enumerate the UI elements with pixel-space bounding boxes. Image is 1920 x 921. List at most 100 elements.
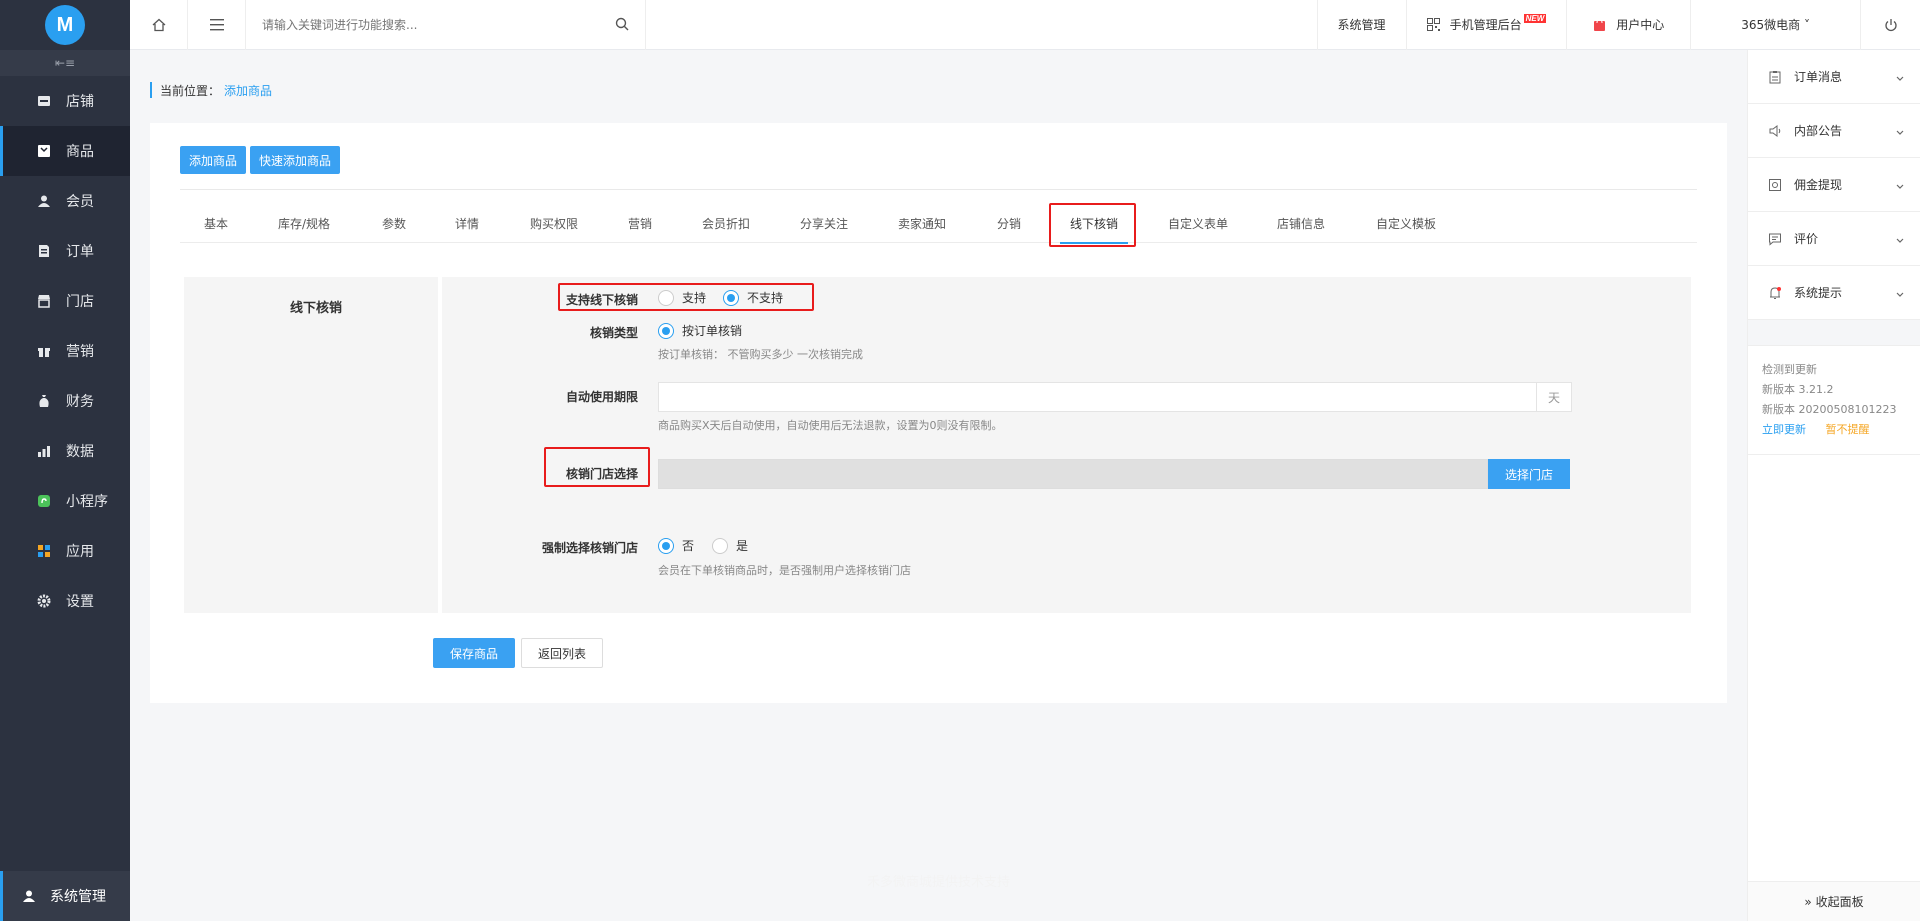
mobile-admin-link[interactable]: 手机管理后台 NEW [1405, 0, 1567, 50]
power-icon [1884, 18, 1897, 31]
force-yes-radio[interactable]: 是 [712, 537, 748, 554]
sidebar-item-member[interactable]: 会员 [0, 176, 130, 226]
sidebar-item-goods[interactable]: 商品 [0, 126, 130, 176]
verify-by-order-radio[interactable]: 按订单核销 [658, 322, 742, 339]
panel-item-commission[interactable]: 佣金提现 [1748, 158, 1920, 212]
panel-item-internal-notice[interactable]: 内部公告 [1748, 104, 1920, 158]
sidebar-item-label: 应用 [66, 544, 94, 560]
radio-label: 是 [736, 539, 749, 553]
radio-checked [658, 537, 674, 554]
support-no-radio[interactable]: 不支持 [723, 289, 783, 306]
sidebar-item-order[interactable]: 订单 [0, 226, 130, 276]
radio-label: 支持 [682, 291, 707, 305]
sidebar-item-shop[interactable]: 店铺 [0, 76, 130, 126]
sidebar-item-label: 财务 [66, 394, 94, 410]
verify-type-help: 按订单核销： 不管购买多少 一次核销完成 [658, 348, 863, 361]
panel-item-label: 订单消息 [1794, 70, 1843, 84]
tab-offline-verify[interactable]: 线下核销 [1059, 215, 1129, 244]
menu-toggle-button[interactable] [188, 0, 246, 50]
save-goods-button[interactable]: 保存商品 [433, 638, 515, 668]
tab-shop-info[interactable]: 店铺信息 [1277, 215, 1325, 243]
radio-unchecked [712, 537, 728, 554]
comment-icon [1768, 232, 1782, 246]
remind-later-link[interactable]: 暂不提醒 [1826, 423, 1870, 436]
tab-custom-template[interactable]: 自定义模板 [1376, 215, 1436, 243]
breadcrumb-current[interactable]: 添加商品 [224, 82, 272, 99]
sidebar-item-label: 订单 [66, 244, 94, 260]
main-card: 添加商品 快速添加商品 基本 库存/规格 参数 详情 购买权限 营销 会员折扣 … [150, 123, 1727, 703]
tab-marketing[interactable]: 营销 [628, 215, 652, 243]
support-yes-radio[interactable]: 支持 [658, 289, 706, 306]
radio-label: 否 [682, 539, 695, 553]
sidebar-item-label: 会员 [66, 194, 94, 210]
sidebar-item-finance[interactable]: 财务 [0, 376, 130, 426]
sidebar-item-settings[interactable]: 设置 [0, 576, 130, 626]
quick-add-goods-button[interactable]: 快速添加商品 [250, 146, 340, 174]
sidebar: M ⇤≡ 店铺 商品 会员 订单 门店 营销 财务 数据 小程序 应用 设置 系… [0, 0, 130, 921]
panel-item-order-messages[interactable]: 订单消息 [1748, 50, 1920, 104]
clipboard-icon [1768, 70, 1782, 84]
tab-purchase-permission[interactable]: 购买权限 [530, 215, 578, 243]
footer-text: 禾多微商城提供技术支持 [866, 875, 1010, 890]
gear-icon [36, 593, 52, 609]
sidebar-item-data[interactable]: 数据 [0, 426, 130, 476]
panel-item-reviews[interactable]: 评价 [1748, 212, 1920, 266]
user-center-link[interactable]: 用户中心 [1566, 0, 1690, 50]
auto-use-period-help: 商品购买X天后自动使用，自动使用后无法退款，设置为0则没有限制。 [658, 419, 1003, 432]
add-goods-button[interactable]: 添加商品 [180, 146, 246, 174]
sidebar-item-label: 门店 [66, 294, 94, 310]
divider [180, 189, 1697, 190]
panel-item-label: 佣金提现 [1794, 178, 1843, 192]
form-section-left: 线下核销 [184, 277, 442, 613]
panel-separator [1748, 320, 1920, 346]
sidebar-item-label: 营销 [66, 344, 94, 360]
search-icon[interactable] [615, 17, 629, 34]
user-icon [36, 193, 52, 209]
update-now-link[interactable]: 立即更新 [1762, 423, 1806, 436]
withdraw-icon [1768, 178, 1782, 192]
radio-unchecked [658, 289, 674, 306]
tab-seller-notify[interactable]: 卖家通知 [898, 215, 946, 243]
home-button[interactable] [130, 0, 188, 50]
right-panel: 订单消息 内部公告 佣金提现 评价 系统提示 检测到更新 新版本 3.21.2 … [1747, 50, 1920, 921]
radio-checked [723, 289, 739, 306]
tab-custom-form[interactable]: 自定义表单 [1168, 215, 1228, 243]
tab-share-follow[interactable]: 分享关注 [800, 215, 848, 243]
sidebar-system-admin[interactable]: 系统管理 [0, 871, 130, 921]
sidebar-item-marketing[interactable]: 营销 [0, 326, 130, 376]
sidebar-item-miniprogram[interactable]: 小程序 [0, 476, 130, 526]
offline-verify-form: 线下核销 支持线下核销 支持 不支持 核销类型 按订单核销 按订单核销： 不管购… [184, 277, 1691, 613]
sidebar-item-store[interactable]: 门店 [0, 276, 130, 326]
panel-item-label: 内部公告 [1794, 124, 1843, 138]
tab-distribution[interactable]: 分销 [997, 215, 1021, 243]
topbar-right: 系统管理 手机管理后台 NEW 用户中心 365微电商 ˅ [1316, 0, 1920, 50]
collapse-panel-button[interactable]: » 收起面板 [1748, 881, 1920, 921]
back-to-list-button[interactable]: 返回列表 [521, 638, 603, 668]
selected-stores-field [658, 459, 1488, 489]
qrcode-icon [1426, 18, 1440, 31]
auto-use-period-input[interactable] [659, 383, 1537, 411]
logo[interactable]: M [0, 0, 130, 50]
days-suffix: 天 [1536, 382, 1572, 412]
tab-basic[interactable]: 基本 [204, 215, 228, 243]
chevron-down-icon [1896, 71, 1904, 85]
tab-member-discount[interactable]: 会员折扣 [702, 215, 750, 243]
system-admin-link[interactable]: 系统管理 [1316, 0, 1406, 50]
verify-type-label: 核销类型 [590, 326, 639, 340]
force-no-radio[interactable]: 否 [658, 537, 694, 554]
panel-item-system-tips[interactable]: 系统提示 [1748, 266, 1920, 320]
shop-switch-dropdown[interactable]: 365微电商 ˅ [1690, 0, 1860, 50]
logout-button[interactable] [1860, 0, 1920, 50]
tab-params[interactable]: 参数 [382, 215, 406, 243]
select-store-button[interactable]: 选择门店 [1488, 459, 1570, 489]
user-center-label: 用户中心 [1616, 18, 1665, 32]
sidebar-collapse-button[interactable]: ⇤≡ [0, 50, 130, 76]
sidebar-item-label: 数据 [66, 444, 94, 460]
support-offline-label: 支持线下核销 [566, 293, 639, 307]
search-input[interactable] [262, 17, 602, 32]
tab-stock-spec[interactable]: 库存/规格 [278, 215, 330, 243]
search-box [246, 0, 646, 50]
tab-details[interactable]: 详情 [455, 215, 479, 243]
sidebar-item-apps[interactable]: 应用 [0, 526, 130, 576]
speaker-icon [1768, 124, 1782, 138]
